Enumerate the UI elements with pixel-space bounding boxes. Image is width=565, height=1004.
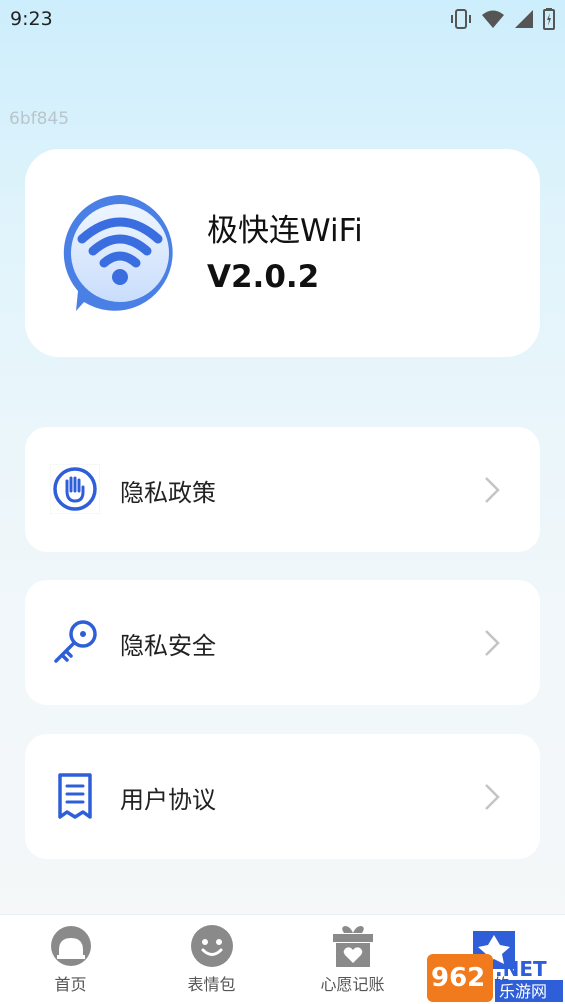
chevron-right-icon xyxy=(484,476,500,504)
app-name: 极快连WiFi xyxy=(207,213,363,249)
menu-item-privacy-policy[interactable]: 隐私政策 xyxy=(25,427,540,552)
hand-shield-icon xyxy=(49,463,101,515)
nav-item-home[interactable]: 首页 xyxy=(0,915,141,1004)
chevron-right-icon xyxy=(484,783,500,811)
app-version: V2.0.2 xyxy=(207,259,320,295)
receipt-icon xyxy=(50,771,100,821)
menu-item-privacy-security[interactable]: 隐私安全 xyxy=(25,580,540,705)
status-time: 9:23 xyxy=(10,8,53,30)
wifi-chat-bubble-icon xyxy=(58,191,182,315)
battery-icon xyxy=(543,8,555,30)
svg-text:乐游网: 乐游网 xyxy=(499,982,547,1001)
home-dome-icon xyxy=(48,923,94,969)
wifi-signal-icon xyxy=(481,9,505,29)
app-info-card: 极快连WiFi V2.0.2 xyxy=(25,149,540,357)
menu-item-label: 隐私安全 xyxy=(120,632,216,660)
nav-label: 表情包 xyxy=(187,975,236,994)
vibrate-icon xyxy=(450,9,472,29)
nav-label: 首页 xyxy=(54,975,87,994)
site-watermark-logo: 962 .NET 乐游网 xyxy=(427,948,565,1004)
nav-label: 心愿记账 xyxy=(320,975,385,994)
nav-item-stickers[interactable]: 表情包 xyxy=(141,915,282,1004)
key-icon xyxy=(50,617,100,667)
nav-item-wish-ledger[interactable]: 心愿记账 xyxy=(282,915,423,1004)
menu-item-user-agreement[interactable]: 用户协议 xyxy=(25,734,540,859)
gift-heart-icon xyxy=(330,923,376,969)
menu-item-label: 用户协议 xyxy=(120,786,216,814)
smiley-icon xyxy=(189,923,235,969)
svg-text:.NET: .NET xyxy=(495,957,547,981)
menu-item-label: 隐私政策 xyxy=(120,479,216,507)
chevron-right-icon xyxy=(484,629,500,657)
status-icons xyxy=(450,8,555,30)
status-bar: 9:23 xyxy=(0,0,565,38)
build-id-text: 6bf845 xyxy=(9,109,70,129)
svg-text:962: 962 xyxy=(431,963,485,993)
cell-signal-icon xyxy=(514,9,534,29)
